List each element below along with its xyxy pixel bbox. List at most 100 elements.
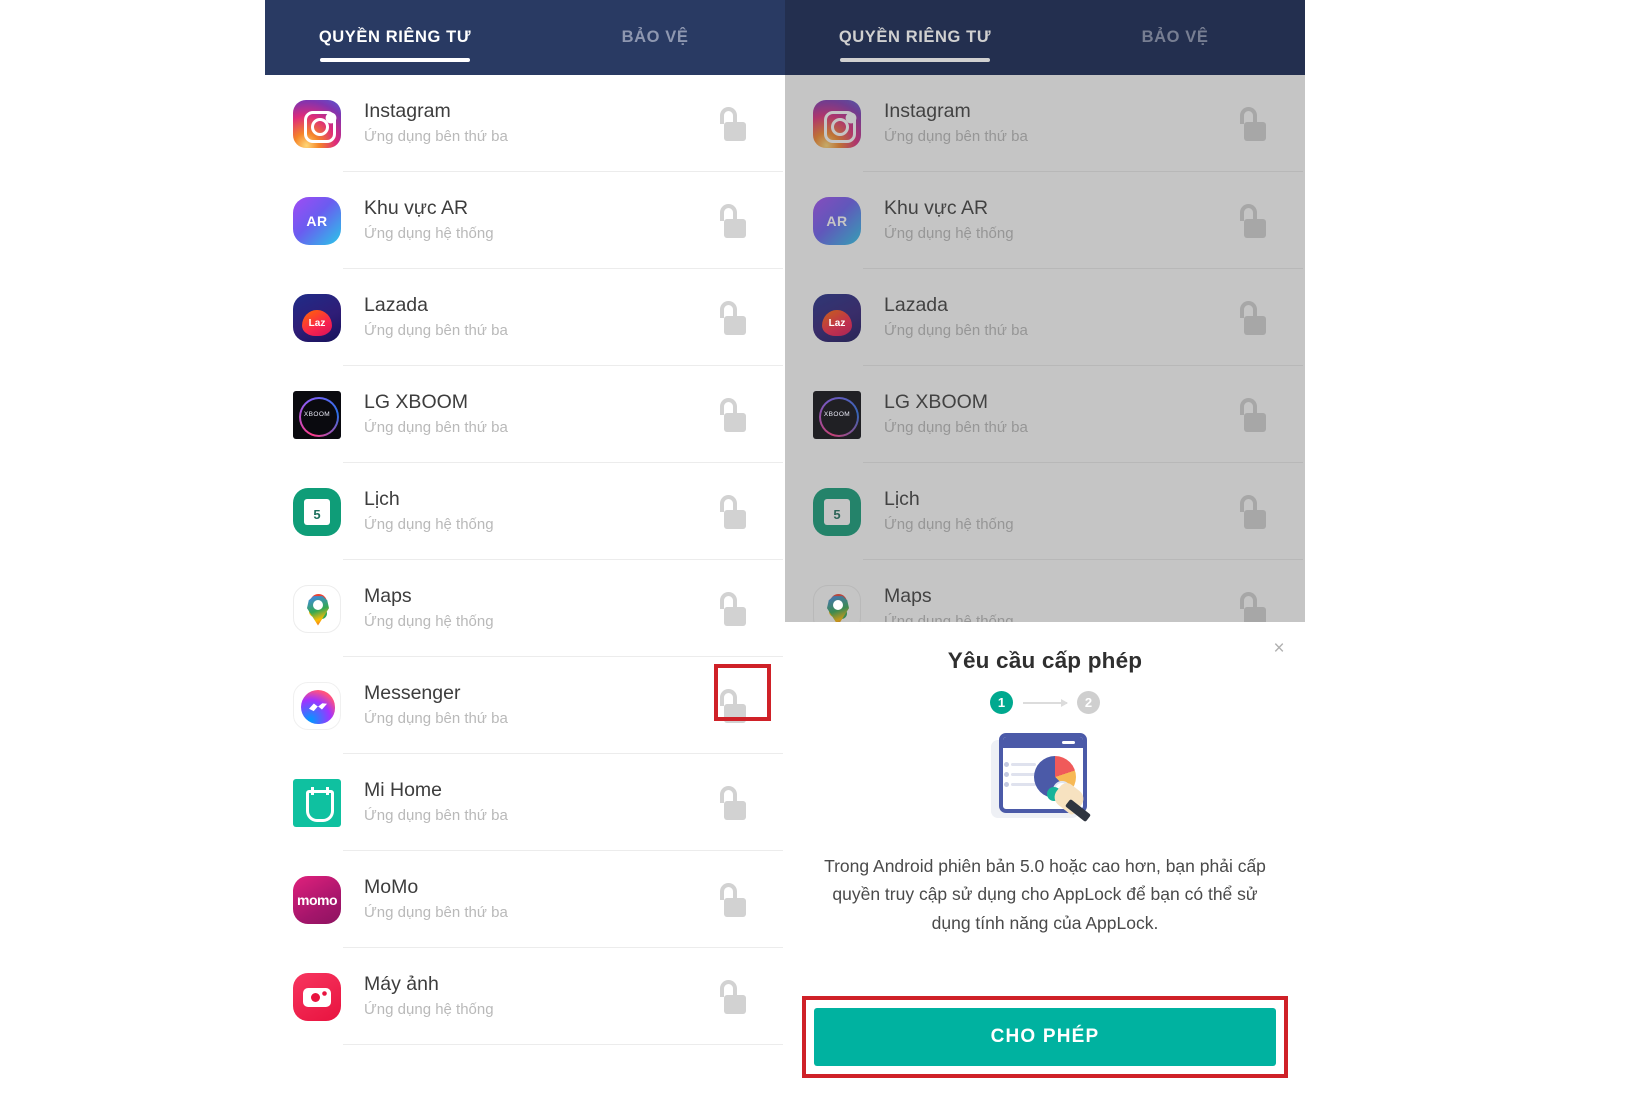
app-name: Instagram: [364, 100, 451, 123]
lg-xboom-icon: XBOOM: [813, 390, 861, 439]
app-subtitle: Ứng dụng bên thứ ba: [364, 321, 508, 339]
app-row[interactable]: XBOOM LG XBOOM Ứng dụng bên thứ ba: [785, 366, 1305, 463]
maps-icon: [293, 584, 341, 633]
unlock-padlock-icon[interactable]: [717, 688, 747, 723]
app-name: Khu vực AR: [884, 197, 989, 220]
app-row[interactable]: 5 Lịch Ứng dụng hệ thống: [785, 463, 1305, 560]
tab-bar-left: QUYỀN RIÊNG TƯ BẢO VỆ: [265, 0, 785, 75]
app-text-block: Maps Ứng dụng hệ thống: [364, 583, 717, 633]
calendar-icon: 5: [813, 487, 861, 536]
app-row[interactable]: XBOOM LG XBOOM Ứng dụng bên thứ ba: [265, 366, 785, 463]
app-subtitle: Ứng dụng bên thứ ba: [364, 709, 508, 727]
tab-protection-right-label: BẢO VỆ: [1141, 28, 1209, 46]
unlock-padlock-icon[interactable]: [717, 979, 747, 1014]
calendar-icon-label: 5: [824, 498, 850, 525]
app-subtitle: Ứng dụng hệ thống: [364, 612, 494, 630]
step-1-badge: 1: [990, 691, 1013, 714]
lazada-icon-label: Laz: [308, 317, 326, 329]
app-text-block: Lịch Ứng dụng hệ thống: [884, 486, 1237, 536]
unlock-padlock-icon[interactable]: [717, 882, 747, 917]
app-name: Lazada: [364, 294, 428, 317]
app-name: Lịch: [884, 488, 920, 511]
instagram-icon: [813, 99, 861, 148]
camera-icon: [293, 972, 341, 1021]
app-subtitle: Ứng dụng bên thứ ba: [364, 127, 508, 145]
permission-illustration: [989, 730, 1101, 834]
app-name: Mi Home: [364, 779, 443, 802]
lg-xboom-icon-label: XBOOM: [823, 411, 851, 418]
tab-privacy[interactable]: QUYỀN RIÊNG TƯ: [265, 0, 525, 75]
ar-zone-icon: AR: [813, 196, 861, 245]
app-name: Lịch: [364, 488, 400, 511]
unlock-padlock-icon[interactable]: [717, 203, 747, 238]
app-row[interactable]: Laz Lazada Ứng dụng bên thứ ba: [265, 269, 785, 366]
app-row[interactable]: AR Khu vực AR Ứng dụng hệ thống: [785, 172, 1305, 269]
list-lines-icon: [1004, 762, 1036, 793]
lg-xboom-icon: XBOOM: [293, 390, 341, 439]
tab-active-underline: [320, 58, 470, 62]
row-divider: [343, 1044, 783, 1045]
app-row[interactable]: Instagram Ứng dụng bên thứ ba: [785, 75, 1305, 172]
right-phone-panel: QUYỀN RIÊNG TƯ BẢO VỆ Instagram Ứng dụng …: [785, 0, 1305, 1100]
step-2-badge: 2: [1077, 691, 1100, 714]
tab-protection-right[interactable]: BẢO VỆ: [1045, 0, 1305, 75]
app-row[interactable]: momo MoMo Ứng dụng bên thứ ba: [265, 851, 785, 948]
tab-privacy-right[interactable]: QUYỀN RIÊNG TƯ: [785, 0, 1045, 75]
momo-icon-label: momo: [297, 891, 338, 908]
unlock-padlock-icon[interactable]: [1237, 300, 1267, 335]
tab-protection-label: BẢO VỆ: [621, 28, 689, 46]
app-text-block: Mi Home Ứng dụng bên thứ ba: [364, 777, 717, 827]
unlock-padlock-icon[interactable]: [717, 591, 747, 626]
tab-protection[interactable]: BẢO VỆ: [525, 0, 785, 75]
app-row[interactable]: Mi Home Ứng dụng bên thứ ba: [265, 754, 785, 851]
unlock-padlock-icon[interactable]: [1237, 397, 1267, 432]
allow-button[interactable]: CHO PHÉP: [814, 1008, 1276, 1066]
app-row[interactable]: Instagram Ứng dụng bên thứ ba: [265, 75, 785, 172]
instagram-icon: [293, 99, 341, 148]
app-row[interactable]: Maps Ứng dụng hệ thống: [265, 560, 785, 657]
app-name: MoMo: [364, 876, 419, 899]
unlock-padlock-icon[interactable]: [1237, 203, 1267, 238]
step-indicator: 1 2: [803, 691, 1287, 714]
app-subtitle: Ứng dụng bên thứ ba: [364, 418, 508, 436]
lazada-icon-label: Laz: [828, 317, 846, 329]
unlock-padlock-icon[interactable]: [717, 300, 747, 335]
unlock-padlock-icon[interactable]: [717, 494, 747, 529]
app-row[interactable]: AR Khu vực AR Ứng dụng hệ thống: [265, 172, 785, 269]
unlock-padlock-icon[interactable]: [1237, 494, 1267, 529]
close-icon[interactable]: ×: [1267, 637, 1291, 661]
app-subtitle: Ứng dụng hệ thống: [364, 224, 494, 242]
screenshot-stage: QUYỀN RIÊNG TƯ BẢO VỆ Instagram Ứng dụng …: [0, 0, 1650, 1100]
unlock-padlock-icon[interactable]: [1237, 106, 1267, 141]
step-arrow-icon: [1023, 698, 1068, 707]
maps-pin-center: [313, 599, 323, 610]
app-text-block: LG XBOOM Ứng dụng bên thứ ba: [364, 389, 717, 439]
calendar-icon: 5: [293, 487, 341, 536]
lg-xboom-icon-label: XBOOM: [303, 411, 331, 418]
hand-cursor-icon: [1050, 779, 1092, 824]
app-text-block: Lazada Ứng dụng bên thứ ba: [364, 292, 717, 342]
app-list-right: Instagram Ứng dụng bên thứ ba AR Khu vực AR…: [785, 75, 1305, 657]
tab-active-underline-right: [840, 58, 990, 62]
lazada-icon: Laz: [293, 293, 341, 342]
app-text-block: Máy ảnh Ứng dụng hệ thống: [364, 971, 717, 1021]
app-subtitle: Ứng dụng bên thứ ba: [884, 321, 1028, 339]
app-row[interactable]: Máy ảnh Ứng dụng hệ thống: [265, 948, 785, 1045]
app-text-block: Lịch Ứng dụng hệ thống: [364, 486, 717, 536]
tab-bar-right: QUYỀN RIÊNG TƯ BẢO VỆ: [785, 0, 1305, 75]
app-text-block: Khu vực AR Ứng dụng hệ thống: [884, 195, 1237, 245]
app-text-block: MoMo Ứng dụng bên thứ ba: [364, 874, 717, 924]
allow-button-highlight: CHO PHÉP: [802, 996, 1288, 1078]
app-name: Khu vực AR: [364, 197, 469, 220]
app-name: LG XBOOM: [884, 391, 989, 414]
unlock-padlock-icon[interactable]: [717, 785, 747, 820]
app-row[interactable]: Laz Lazada Ứng dụng bên thứ ba: [785, 269, 1305, 366]
app-row[interactable]: 5 Lịch Ứng dụng hệ thống: [265, 463, 785, 560]
app-subtitle: Ứng dụng bên thứ ba: [364, 903, 508, 921]
app-row[interactable]: Messenger Ứng dụng bên thứ ba: [265, 657, 785, 754]
unlock-padlock-icon[interactable]: [717, 397, 747, 432]
unlock-padlock-icon[interactable]: [717, 106, 747, 141]
unlock-padlock-icon[interactable]: [1237, 591, 1267, 626]
dialog-description: Trong Android phiên bản 5.0 hoặc cao hơn…: [824, 856, 1266, 933]
app-subtitle: Ứng dụng hệ thống: [364, 1000, 494, 1018]
